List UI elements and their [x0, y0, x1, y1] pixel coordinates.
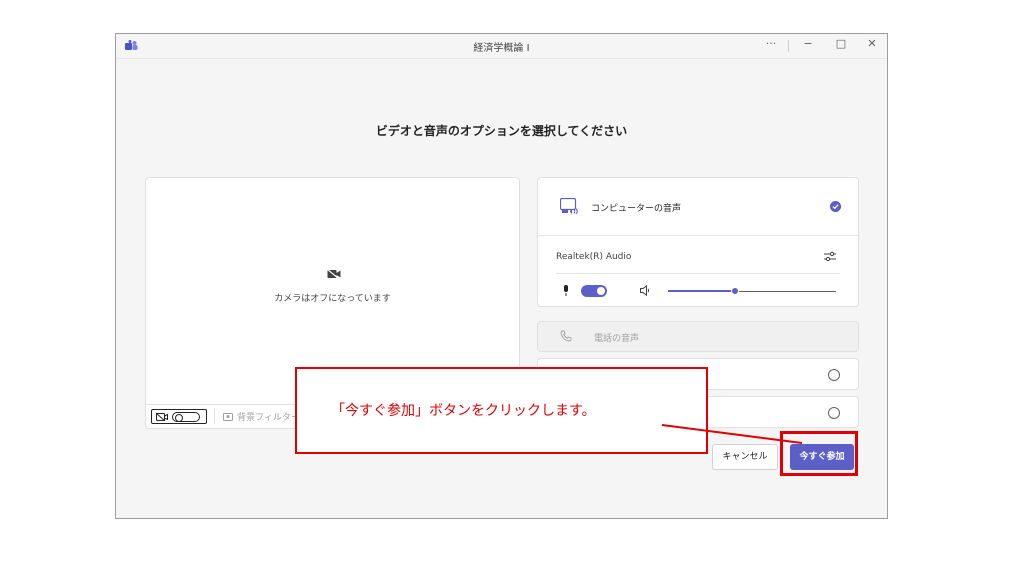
minimize-button[interactable]: −	[799, 37, 817, 50]
audio-settings-icon[interactable]	[824, 251, 836, 262]
camera-off-icon	[156, 413, 168, 421]
speaker-volume-slider[interactable]	[731, 287, 739, 295]
computer-audio-icon	[560, 198, 578, 214]
background-effects-icon	[223, 413, 233, 421]
camera-switch[interactable]	[172, 412, 200, 422]
close-button[interactable]: ✕	[863, 37, 881, 50]
annotation-callout: 「今すぐ参加」ボタンをクリックします。	[295, 367, 708, 454]
cancel-button[interactable]: キャンセル	[712, 444, 778, 470]
background-filters-button[interactable]: 背景フィルター	[223, 410, 300, 423]
camera-switch-knob	[175, 414, 183, 422]
mic-toggle[interactable]	[581, 285, 607, 297]
computer-audio-label: コンピューターの音声	[591, 204, 682, 214]
check-circle-icon	[830, 201, 841, 212]
audio-device-name: Realtek(R) Audio	[556, 252, 632, 262]
page-heading: ビデオと音声のオプションを選択してください	[375, 124, 628, 138]
titlebar-divider	[788, 40, 789, 52]
controls-divider	[214, 408, 215, 424]
maximize-button[interactable]: □	[832, 37, 850, 50]
audio-option-radio[interactable]	[828, 369, 840, 381]
title-bar: 経済学概論 I ··· − □ ✕	[116, 34, 887, 59]
background-filters-label: 背景フィルター	[237, 413, 300, 423]
phone-icon	[560, 330, 572, 342]
phone-audio-option[interactable]: 電話の音声	[537, 321, 859, 352]
phone-audio-label: 電話の音声	[594, 334, 640, 344]
speaker-volume-fill	[668, 290, 735, 292]
computer-audio-option[interactable]: コンピューターの音声	[538, 178, 858, 236]
speaker-icon	[640, 285, 650, 296]
audio-divider	[556, 273, 840, 274]
mic-icon	[564, 285, 568, 296]
computer-audio-card[interactable]: コンピューターの音声 Realtek(R) Audio	[537, 177, 859, 307]
more-options-button[interactable]: ···	[762, 37, 780, 50]
camera-toggle[interactable]	[151, 409, 207, 424]
camera-off-icon	[327, 269, 341, 279]
camera-off-message: カメラはオフになっています	[274, 294, 391, 304]
audio-option-radio[interactable]	[828, 407, 840, 419]
annotation-highlight-box	[780, 431, 858, 476]
annotation-callout-text: 「今すぐ参加」ボタンをクリックします。	[331, 403, 596, 419]
mic-toggle-knob	[597, 287, 605, 295]
